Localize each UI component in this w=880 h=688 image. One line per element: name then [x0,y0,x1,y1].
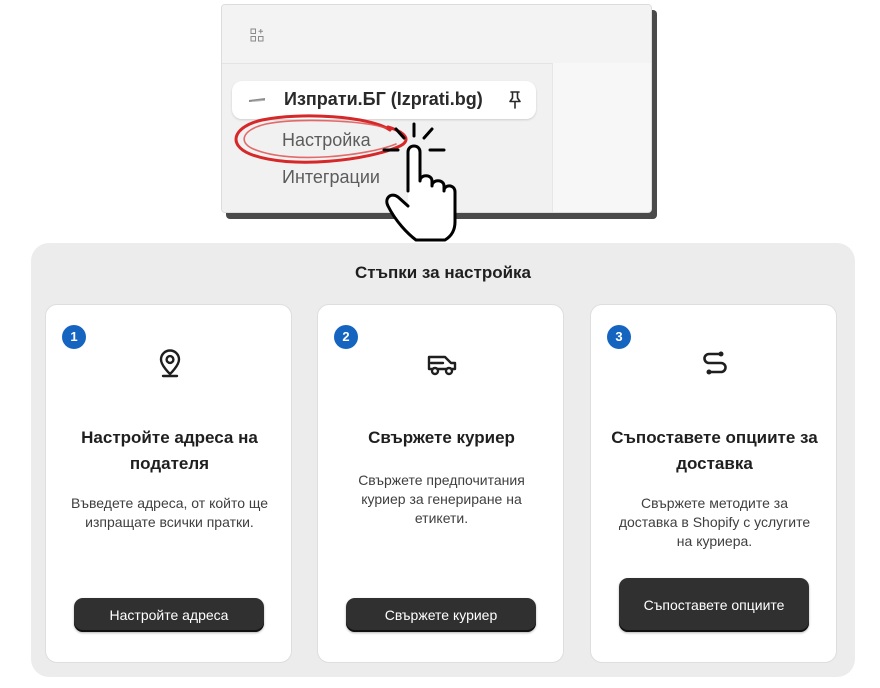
content-panel [552,63,651,212]
apps-icon[interactable] [250,28,264,42]
step-card-courier: 2 Свържете куриер Свържете предпочитания… [317,304,564,663]
step-number-badge: 2 [334,325,358,349]
sidebar-item-settings[interactable]: Настройка [282,130,371,151]
step-description: Свържете предпочитания куриер за генерир… [358,472,525,526]
app-menu-screenshot: Изпрати.БГ (Izprati.bg) Настройка Интегр… [221,4,652,213]
sidebar-item-izprati[interactable]: Изпрати.БГ (Izprati.bg) [232,81,536,119]
location-pin-icon [159,349,181,378]
sidebar-item-integrations[interactable]: Интеграции [282,167,380,188]
step-number-badge: 3 [607,325,631,349]
connect-link-icon [703,351,727,375]
step-title: Съпоставете опциите за доставка [611,428,818,473]
app-name: Изпрати.БГ (Izprati.bg) [284,89,483,109]
step-number-badge: 1 [62,325,86,349]
step-card-shipping-mapping: 3 Съпоставете опциите за доставка Свърже… [590,304,837,663]
app-logo-icon [249,98,265,102]
setup-steps-section: Стъпки за настройка 1 Настройте адреса н… [31,243,855,677]
menu-top-bar [222,5,651,64]
delivery-truck-icon [427,355,457,376]
step-title: Свържете куриер [368,428,515,447]
step-description: Въведете адреса, от който ще изпращате в… [70,495,269,530]
connect-courier-button[interactable]: Свържете куриер [346,598,536,632]
map-options-button-label: Съпоставете опциите [643,596,785,613]
step-title: Настройте адреса на подателя [81,428,258,473]
pin-icon[interactable] [504,89,526,111]
section-title: Стъпки за настройка [354,263,532,282]
setup-address-button[interactable]: Настройте адреса [74,598,264,632]
step-description: Свържете методите за доставка в Shopify … [618,495,811,549]
step-card-address: 1 Настройте адреса на подателя Въведете … [45,304,292,663]
map-options-button[interactable]: Съпоставете опциите [619,578,809,632]
